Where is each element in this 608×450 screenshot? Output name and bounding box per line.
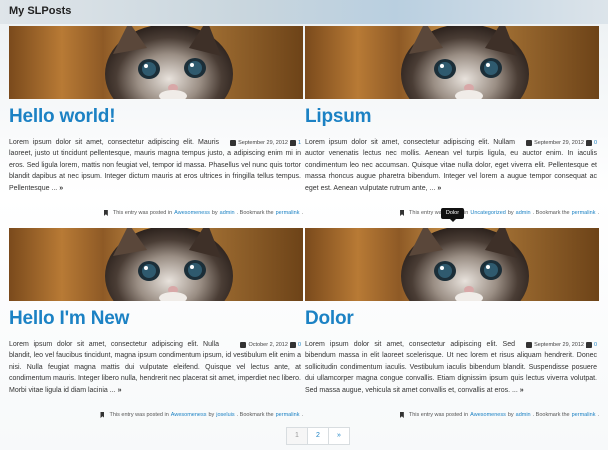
bookmark-icon: [399, 412, 404, 418]
author-link[interactable]: admin: [516, 210, 531, 216]
footer-period: .: [301, 210, 303, 216]
post-thumbnail[interactable]: [305, 228, 599, 301]
bookmark-icon: [100, 412, 105, 418]
footer-bookmark-text: . Bookmark the: [236, 412, 274, 418]
permalink-link[interactable]: permalink: [276, 412, 300, 418]
footer-by: by: [507, 210, 514, 216]
author-link[interactable]: joseluis: [216, 412, 234, 418]
footer-period: .: [597, 210, 599, 216]
footer-prefix: This entry was posted in: [109, 412, 169, 418]
double-chevron-right-icon[interactable]: »: [118, 387, 122, 394]
double-chevron-right-icon[interactable]: »: [520, 387, 524, 394]
page-2-button[interactable]: 2: [307, 427, 329, 445]
permalink-link[interactable]: permalink: [276, 210, 300, 216]
post-title[interactable]: Dolor: [305, 308, 354, 330]
post-thumbnail[interactable]: [9, 26, 303, 99]
next-page-button[interactable]: »: [328, 427, 350, 445]
footer-by: by: [507, 412, 514, 418]
footer-by: by: [208, 412, 215, 418]
tooltip: Dolor: [441, 208, 464, 222]
post-excerpt: Lorem ipsum dolor sit amet, consectetur …: [305, 137, 597, 194]
author-link[interactable]: admin: [516, 412, 531, 418]
post-title[interactable]: Hello world!: [9, 106, 116, 128]
category-link[interactable]: Uncategorized: [470, 210, 505, 216]
site-title[interactable]: My SLPosts: [9, 5, 71, 17]
entry-footer: This entry was posted in Uncategorized b…: [400, 210, 599, 216]
author-link[interactable]: admin: [220, 210, 235, 216]
double-chevron-right-icon[interactable]: »: [59, 185, 63, 192]
footer-period: .: [301, 412, 303, 418]
entry-footer: This entry was posted in Awesomeness by …: [399, 412, 599, 418]
footer-bookmark-text: . Bookmark the: [532, 412, 570, 418]
permalink-link[interactable]: permalink: [572, 412, 596, 418]
page-1-button[interactable]: 1: [286, 427, 308, 445]
post-excerpt: Lorem ipsum dolor sit amet, consectetur …: [9, 137, 301, 194]
post-thumbnail[interactable]: [305, 26, 599, 99]
post-card: Dolor September 29, 2012 0 Lorem ipsum d…: [305, 228, 599, 428]
entry-footer: This entry was posted in Awesomeness by …: [103, 210, 303, 216]
bookmark-icon: [103, 210, 108, 216]
category-link[interactable]: Awesomeness: [171, 412, 207, 418]
entry-footer: This entry was posted in Awesomeness by …: [100, 412, 303, 418]
permalink-link[interactable]: permalink: [572, 210, 596, 216]
footer-period: .: [597, 412, 599, 418]
post-excerpt: Lorem ipsum dolor sit amet, consectetur …: [305, 339, 597, 396]
bookmark-icon: [400, 210, 405, 216]
footer-by: by: [211, 210, 218, 216]
top-bar: My SLPosts: [0, 0, 608, 24]
post-card: Lipsum September 29, 2012 0 Lorem ipsum …: [305, 26, 599, 226]
post-title[interactable]: Hello I'm New: [9, 308, 129, 330]
category-link[interactable]: Awesomeness: [174, 210, 210, 216]
post-card: Hello I'm New October 2, 2012 0 Lorem ip…: [9, 228, 303, 428]
double-chevron-right-icon[interactable]: »: [437, 185, 441, 192]
post-excerpt: Lorem ipsum dolor sit amet, consectetur …: [9, 339, 301, 396]
footer-prefix: This entry was posted in: [112, 210, 173, 216]
post-card: Hello world! September 29, 2012 1 Lorem …: [9, 26, 303, 226]
footer-bookmark-text: . Bookmark the: [236, 210, 274, 216]
category-link[interactable]: Awesomeness: [470, 412, 506, 418]
footer-bookmark-text: . Bookmark the: [532, 210, 570, 216]
post-thumbnail[interactable]: [9, 228, 303, 301]
footer-prefix: This entry was posted in: [408, 412, 469, 418]
pagination: 1 2 »: [286, 427, 350, 445]
post-title[interactable]: Lipsum: [305, 106, 372, 128]
